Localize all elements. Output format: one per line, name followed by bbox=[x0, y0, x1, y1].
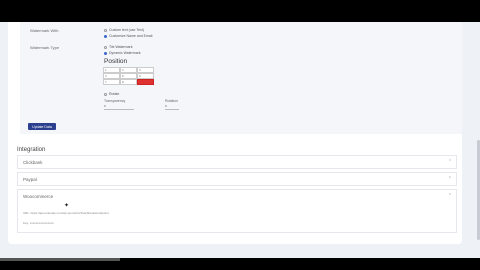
position-cell[interactable]: 7 bbox=[103, 79, 120, 85]
accordion-woocommerce[interactable]: Woocommerce ⌃ URL: https://api.example.c… bbox=[17, 189, 457, 233]
position-grid: 1 2 3 4 5 6 7 8 bbox=[103, 67, 157, 89]
radio-icon bbox=[104, 45, 107, 49]
transparency-select[interactable]: 0 bbox=[104, 104, 134, 110]
chevron-up-icon: ⌃ bbox=[447, 159, 452, 165]
chevron-up-icon: ⌃ bbox=[447, 193, 452, 199]
watermark-settings-panel: Watermark With Custom text (use Text) Cu… bbox=[20, 22, 462, 134]
position-title: Position bbox=[104, 58, 128, 65]
radio-selected-icon bbox=[104, 51, 107, 55]
accordion-label: Woocommerce bbox=[23, 194, 54, 199]
watermark-type-option-dynamic[interactable]: Dynamic Watermark bbox=[104, 51, 141, 55]
position-cell[interactable]: 8 bbox=[120, 79, 137, 85]
radio-icon bbox=[104, 28, 107, 32]
chevron-up-icon: ⌃ bbox=[447, 176, 452, 182]
woocommerce-key: Key: xxxxxxxxxxxxxxxx bbox=[23, 221, 54, 225]
accordion-label: Paypal bbox=[23, 177, 37, 182]
update-data-button[interactable]: Update Data bbox=[28, 123, 56, 130]
rotate-toggle[interactable]: Rotate bbox=[104, 92, 119, 96]
rotation-select[interactable]: 0 bbox=[165, 104, 179, 110]
accordion-paypal[interactable]: Paypal ⌃ bbox=[17, 172, 457, 186]
watermark-type-label: Watermark Type bbox=[30, 45, 60, 50]
bottom-progress-strip bbox=[0, 258, 120, 261]
accordion-label: Clickbank bbox=[23, 160, 43, 165]
checkbox-icon bbox=[104, 92, 107, 96]
integration-title: Integration bbox=[17, 147, 46, 153]
rotation-label: Rotation bbox=[165, 99, 179, 103]
accordion-clickbank[interactable]: Clickbank ⌃ bbox=[17, 155, 457, 169]
mouse-cursor-icon: ✦ bbox=[64, 203, 70, 209]
transparency-label: Transparency bbox=[104, 99, 126, 103]
watermark-with-label: Watermark With bbox=[30, 28, 59, 33]
watermark-with-option-text[interactable]: Custom text (use Text) bbox=[104, 28, 144, 32]
radio-selected-icon bbox=[104, 34, 107, 38]
position-cell-selected[interactable] bbox=[137, 79, 154, 85]
woocommerce-url: URL: https://api.example.com/wp-json/wc/… bbox=[23, 211, 109, 215]
watermark-type-option-tile[interactable]: Tile Watermark bbox=[104, 45, 132, 49]
page-viewport: Watermark With Custom text (use Text) Cu… bbox=[0, 22, 480, 258]
watermark-with-option-name-email[interactable]: Customize Name and Email bbox=[104, 34, 152, 38]
